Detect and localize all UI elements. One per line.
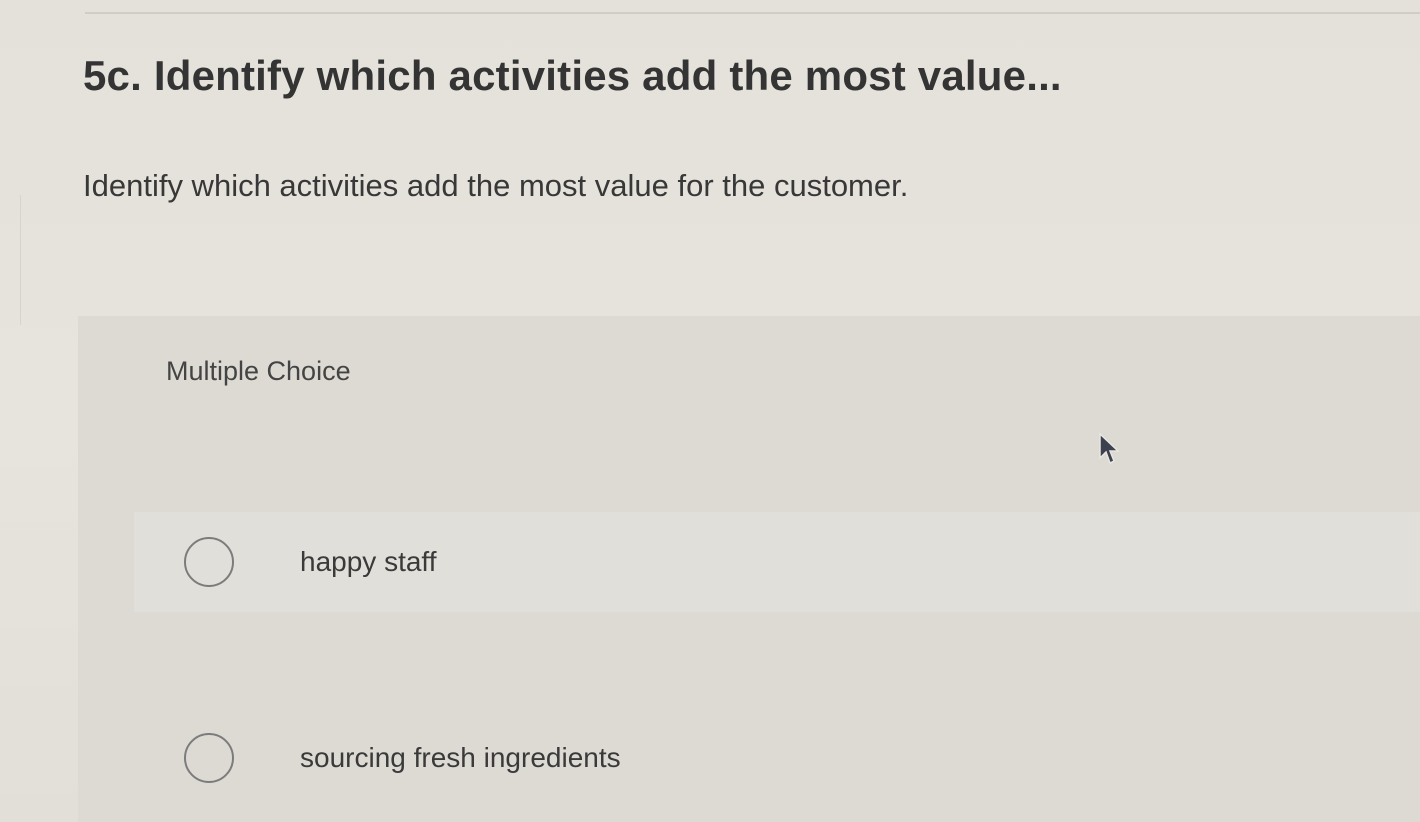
- radio-button-icon[interactable]: [184, 537, 234, 587]
- mouse-pointer-icon: [1099, 432, 1120, 465]
- choice-option-happy-staff[interactable]: happy staff: [134, 512, 1420, 612]
- choice-option-label: sourcing fresh ingredients: [300, 742, 621, 773]
- multiple-choice-panel: Multiple Choice happy staff sourcing fre…: [78, 316, 1420, 822]
- quiz-page: 5c. Identify which activities add the mo…: [0, 0, 1420, 822]
- choice-option-label: happy staff: [300, 546, 437, 577]
- question-prompt: Identify which activities add the most v…: [83, 168, 909, 203]
- choice-option-sourcing-fresh-ingredients[interactable]: sourcing fresh ingredients: [134, 708, 1420, 808]
- radio-button-icon[interactable]: [184, 733, 234, 783]
- top-divider: [85, 0, 1420, 14]
- question-title: 5c. Identify which activities add the mo…: [83, 52, 1062, 99]
- question-type-label: Multiple Choice: [166, 356, 351, 386]
- left-divider: [0, 195, 21, 325]
